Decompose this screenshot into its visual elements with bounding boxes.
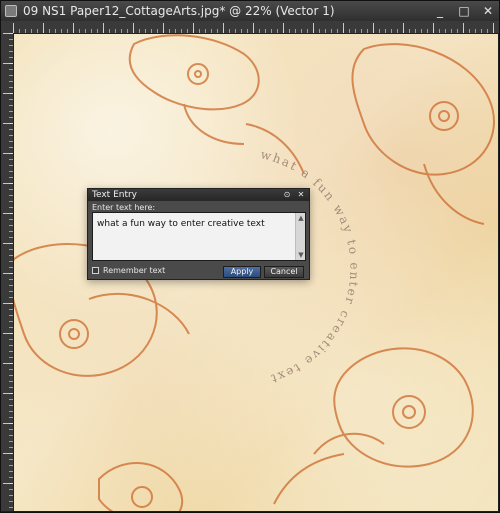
window-title: 09 NS1 Paper12_CottageArts.jpg* @ 22% (V…	[23, 4, 335, 18]
pin-icon[interactable]: ⊙	[283, 191, 291, 199]
window-controls: _ □ ✕	[433, 1, 495, 21]
left-ruler-major-ticks	[1, 33, 13, 511]
scroll-down-icon[interactable]: ▼	[296, 250, 306, 260]
image-canvas[interactable]: what a fun way to enter creative text Te…	[14, 34, 498, 511]
dialog-titlebar[interactable]: Text Entry ⊙ ✕	[88, 189, 309, 201]
text-entry-dialog: Text Entry ⊙ ✕ Enter text here: what a f…	[87, 188, 310, 280]
left-ruler	[1, 33, 14, 511]
top-ruler-major-ticks	[13, 21, 499, 33]
document-icon	[5, 5, 17, 17]
apply-button[interactable]: Apply	[223, 266, 261, 278]
dialog-title: Text Entry	[92, 190, 138, 200]
textarea-scrollbar[interactable]: ▲ ▼	[295, 213, 305, 260]
remember-text-row[interactable]: Remember text	[92, 266, 165, 275]
remember-text-checkbox[interactable]	[92, 267, 99, 274]
close-icon[interactable]: ✕	[481, 4, 495, 18]
minimize-icon[interactable]: _	[433, 4, 447, 18]
image-window: 09 NS1 Paper12_CottageArts.jpg* @ 22% (V…	[0, 0, 500, 513]
scroll-up-icon[interactable]: ▲	[296, 213, 306, 223]
text-entry-textarea[interactable]: what a fun way to enter creative text ▲ …	[92, 212, 306, 261]
maximize-icon[interactable]: □	[457, 4, 471, 18]
window-titlebar[interactable]: 09 NS1 Paper12_CottageArts.jpg* @ 22% (V…	[1, 1, 499, 21]
text-entry-value: what a fun way to enter creative text	[97, 219, 265, 229]
cancel-button[interactable]: Cancel	[264, 266, 304, 278]
dialog-controls: ⊙ ✕	[283, 189, 305, 201]
enter-text-label: Enter text here:	[92, 203, 156, 212]
close-icon[interactable]: ✕	[297, 191, 305, 199]
top-ruler	[1, 21, 499, 34]
remember-text-label: Remember text	[103, 266, 166, 275]
